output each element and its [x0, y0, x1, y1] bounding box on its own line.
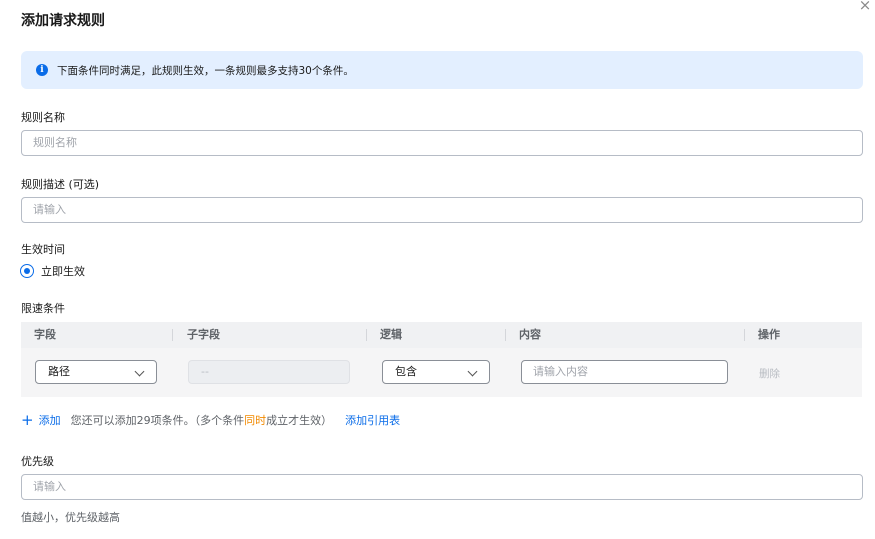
- subfield-input-disabled: --: [188, 360, 350, 384]
- logic-select-value: 包含: [395, 365, 417, 378]
- conditions-label: 限速条件: [21, 302, 65, 315]
- column-header-subfield: 子字段: [187, 328, 220, 341]
- add-condition-link[interactable]: 添加: [39, 412, 61, 428]
- info-icon: i: [36, 64, 48, 76]
- radio-immediate[interactable]: 立即生效: [20, 263, 85, 279]
- priority-help-text: 值越小，优先级越高: [21, 511, 120, 524]
- field-select-value: 路径: [48, 365, 70, 378]
- column-divider: [744, 329, 745, 341]
- add-condition-row: + 添加 您还可以添加29项条件。（多个条件同时成立才生效） 添加引用表: [21, 412, 400, 428]
- chevron-down-icon: [467, 366, 478, 377]
- hint-prefix: 您还可以添加29项条件。（多个条件: [70, 414, 245, 427]
- delete-link-disabled: 删除: [759, 368, 780, 380]
- column-divider: [172, 329, 173, 341]
- rule-name-label: 规则名称: [21, 111, 65, 124]
- priority-label: 优先级: [21, 455, 54, 468]
- content-input[interactable]: 请输入内容: [521, 360, 728, 384]
- rule-desc-input[interactable]: 请输入: [21, 197, 863, 223]
- table-header: 字段 子字段 逻辑 内容 操作: [21, 322, 862, 348]
- conditions-table: 字段 子字段 逻辑 内容 操作 路径 -- 包含 请输入内容 删除: [21, 322, 862, 397]
- priority-input[interactable]: 请输入: [21, 474, 863, 500]
- radio-button-selected[interactable]: [20, 264, 34, 278]
- column-header-logic: 逻辑: [380, 328, 402, 341]
- remaining-hint: 您还可以添加29项条件。（多个条件同时成立才生效）: [71, 412, 333, 428]
- column-header-content: 内容: [519, 328, 541, 341]
- hint-highlight: 同时: [244, 414, 267, 427]
- rule-name-input[interactable]: 规则名称: [21, 130, 863, 156]
- logic-select[interactable]: 包含: [382, 360, 490, 384]
- column-header-field: 字段: [34, 328, 56, 341]
- rule-desc-label: 规则描述 (可选): [21, 178, 100, 191]
- info-notice: i 下面条件同时满足，此规则生效，一条规则最多支持30个条件。: [21, 51, 863, 89]
- chevron-down-icon: [134, 366, 145, 377]
- hint-suffix: 成立才生效）: [266, 414, 333, 427]
- notice-text: 下面条件同时满足，此规则生效，一条规则最多支持30个条件。: [57, 64, 354, 77]
- plus-icon[interactable]: +: [21, 413, 34, 428]
- column-header-action: 操作: [758, 328, 780, 341]
- radio-immediate-label: 立即生效: [41, 265, 85, 278]
- dialog-title: 添加请求规则: [21, 13, 105, 29]
- add-reference-table-link[interactable]: 添加引用表: [345, 412, 400, 428]
- table-row: 路径 -- 包含 请输入内容 删除: [21, 348, 862, 397]
- close-icon[interactable]: ×: [857, 0, 873, 13]
- column-divider: [505, 329, 506, 341]
- effective-time-label: 生效时间: [21, 243, 65, 256]
- field-select[interactable]: 路径: [35, 360, 157, 384]
- column-divider: [366, 329, 367, 341]
